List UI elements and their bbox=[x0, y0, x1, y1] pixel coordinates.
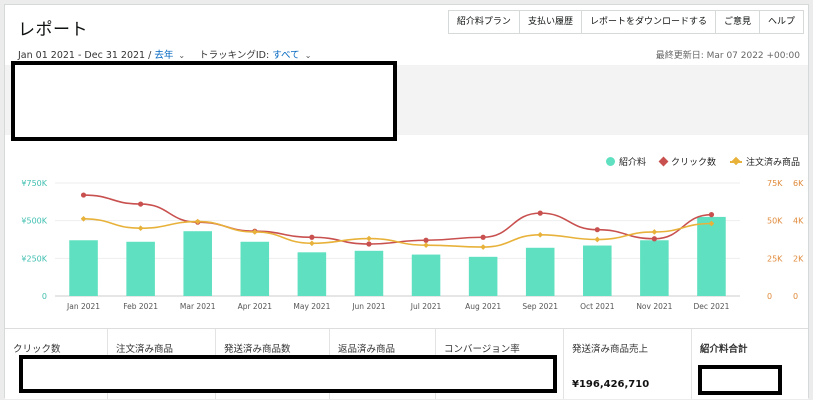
bar bbox=[240, 241, 270, 296]
bar bbox=[354, 250, 384, 296]
right2-axis-tick: 6K bbox=[793, 179, 804, 188]
metric-label: コンバージョン率 bbox=[444, 344, 520, 355]
tab-fee-plan[interactable]: 紹介料プラン bbox=[449, 11, 519, 33]
x-axis-tick: Aug 2021 bbox=[465, 302, 501, 311]
metric-label: 返品済み商品 bbox=[338, 344, 396, 355]
right2-axis-tick: 0 bbox=[793, 292, 798, 301]
metric-label: 紹介料合計 bbox=[700, 344, 748, 355]
data-point bbox=[651, 236, 657, 242]
page-title: レポート bbox=[18, 20, 88, 40]
bar bbox=[468, 256, 498, 296]
left-axis-tick: 0 bbox=[42, 292, 47, 301]
data-point bbox=[708, 212, 715, 218]
data-point bbox=[80, 192, 87, 198]
redaction-box bbox=[19, 355, 557, 393]
data-point bbox=[138, 201, 144, 207]
bar bbox=[183, 231, 212, 296]
tab-help[interactable]: ヘルプ bbox=[758, 11, 803, 33]
data-point bbox=[480, 234, 486, 240]
right2-axis-tick: 4K bbox=[793, 217, 804, 226]
metric-label: 発送済み商品売上 bbox=[572, 344, 649, 355]
bar bbox=[411, 254, 441, 296]
left-axis-tick: ¥250K bbox=[21, 254, 47, 263]
data-point bbox=[366, 241, 372, 247]
right-axis-tick: 50K bbox=[767, 217, 783, 226]
period-link[interactable]: 去年 bbox=[154, 50, 173, 61]
tracking-label: トラッキングID: bbox=[199, 50, 270, 61]
left-axis-tick: ¥500K bbox=[21, 217, 47, 226]
report-panel: レポート 紹介料プラン 支払い履歴 レポートをダウンロードする ご意見 ヘルプ … bbox=[4, 4, 809, 399]
chevron-down-icon: ⌄ bbox=[304, 51, 312, 60]
x-axis-tick: Mar 2021 bbox=[180, 302, 216, 311]
data-point bbox=[537, 231, 544, 238]
x-axis-tick: Jun 2021 bbox=[351, 302, 385, 311]
tab-feedback[interactable]: ご意見 bbox=[714, 11, 759, 33]
metric-label: クリック数 bbox=[13, 344, 61, 355]
data-point bbox=[594, 236, 601, 243]
bar bbox=[697, 216, 726, 296]
x-axis-tick: Dec 2021 bbox=[693, 302, 729, 311]
date-range-filter[interactable]: Jan 01 2021 - Dec 31 2021 / 去年 ⌄ bbox=[18, 47, 185, 61]
metric-label: 注文済み商品 bbox=[116, 344, 174, 355]
bar bbox=[640, 240, 669, 296]
data-point bbox=[537, 210, 543, 216]
tab-payment-history[interactable]: 支払い履歴 bbox=[518, 11, 581, 33]
redaction-box bbox=[698, 365, 782, 395]
data-point bbox=[423, 242, 429, 248]
data-point bbox=[594, 227, 600, 233]
redaction-box bbox=[11, 61, 397, 141]
bar bbox=[126, 241, 155, 296]
data-point bbox=[366, 235, 372, 242]
date-range-text: Jan 01 2021 - Dec 31 2021 / bbox=[18, 50, 152, 61]
x-axis-tick: May 2021 bbox=[293, 302, 330, 311]
x-axis-tick: Oct 2021 bbox=[580, 302, 615, 311]
x-axis-tick: Jul 2021 bbox=[410, 302, 442, 311]
bar bbox=[583, 245, 612, 296]
tab-download-report[interactable]: レポートをダウンロードする bbox=[580, 11, 715, 33]
last-updated: 最終更新日: Mar 07 2022 +00:00 bbox=[655, 51, 800, 61]
data-point bbox=[423, 237, 429, 243]
right-axis-tick: 25K bbox=[767, 254, 783, 263]
right-axis-tick: 0 bbox=[767, 292, 772, 301]
tracking-value[interactable]: すべて bbox=[272, 50, 299, 61]
data-point bbox=[309, 240, 315, 247]
metric-shipped-revenue: 発送済み商品売上 ¥196,426,710 bbox=[563, 329, 691, 399]
bar bbox=[525, 247, 555, 296]
bar bbox=[297, 252, 327, 296]
top-nav: 紹介料プラン 支払い履歴 レポートをダウンロードする ご意見 ヘルプ bbox=[447, 10, 804, 34]
left-axis-tick: ¥750K bbox=[21, 179, 47, 188]
metric-value: ¥196,426,710 bbox=[572, 379, 650, 390]
x-axis-tick: Apr 2021 bbox=[238, 302, 273, 311]
data-point bbox=[651, 229, 658, 235]
bar bbox=[69, 240, 98, 296]
series-line bbox=[83, 194, 712, 245]
filter-row: Jan 01 2021 - Dec 31 2021 / 去年 ⌄ トラッキングI… bbox=[18, 47, 311, 61]
data-point bbox=[480, 244, 486, 250]
report-chart: 0 0 0 ¥250K 25K 2K ¥500K 50K 4K ¥750K 75K 6K Jan 202… bbox=[21, 179, 804, 311]
metric-label: 発送済み商品数 bbox=[224, 344, 291, 355]
data-point bbox=[137, 225, 144, 232]
right2-axis-tick: 2K bbox=[793, 254, 804, 263]
x-axis-tick: Jan 2021 bbox=[66, 302, 100, 311]
x-axis-tick: Feb 2021 bbox=[123, 302, 158, 311]
data-point bbox=[309, 234, 315, 240]
x-axis-tick: Nov 2021 bbox=[636, 302, 672, 311]
x-axis-tick: Sep 2021 bbox=[522, 302, 558, 311]
right-axis-tick: 75K bbox=[767, 179, 783, 188]
chevron-down-icon: ⌄ bbox=[178, 51, 186, 60]
tracking-id-filter[interactable]: トラッキングID: すべて ⌄ bbox=[199, 47, 311, 61]
